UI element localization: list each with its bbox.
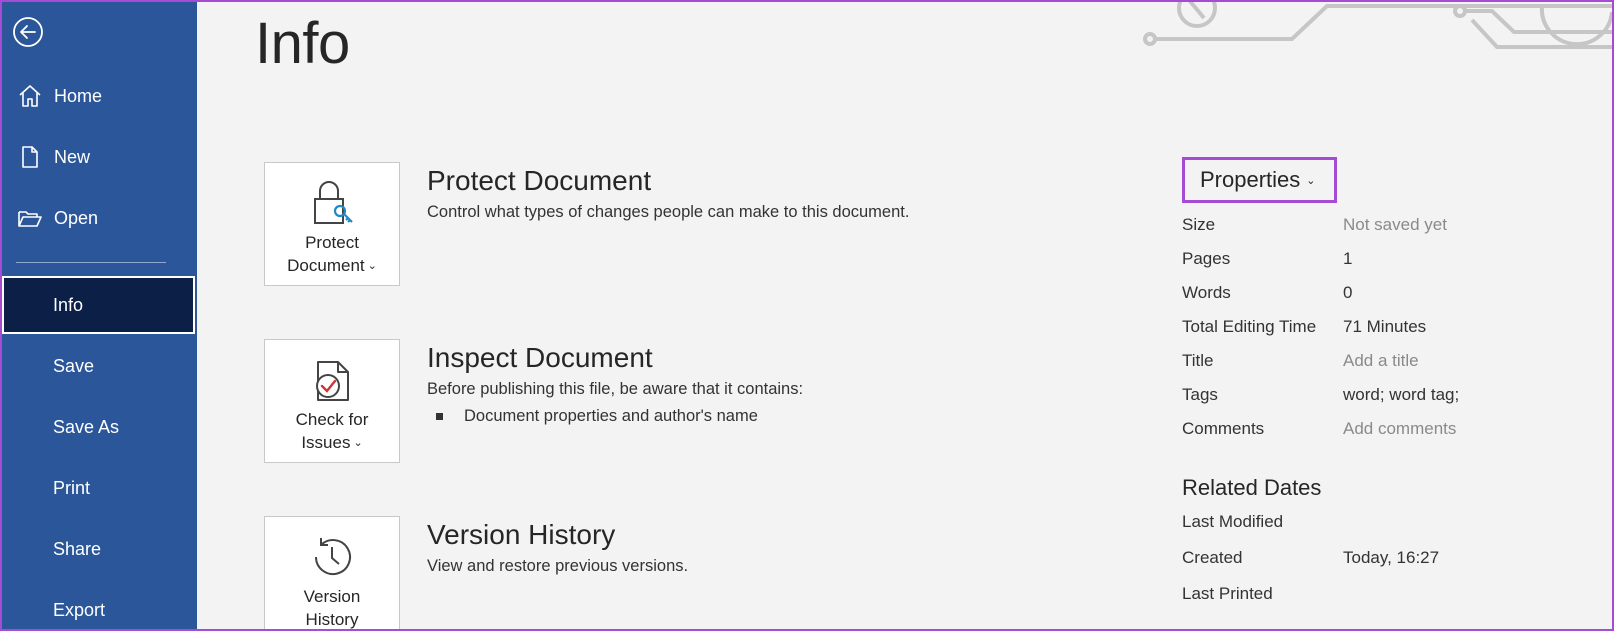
date-row-last-modified: Last Modified [1182,512,1602,532]
back-arrow-icon[interactable] [12,16,44,48]
property-value: 71 Minutes [1343,317,1427,336]
backstage-sidebar: Home New Open Info Save Save As Print Sh… [2,2,197,629]
property-value: Not saved yet [1343,215,1447,234]
property-value: 0 [1343,283,1353,302]
sidebar-item-label: New [54,146,91,167]
bullet-icon [436,413,443,420]
properties-header-label: Properties [1200,167,1301,192]
list-item: Document properties and author's name [427,407,803,426]
inspect-document-icon [308,356,356,404]
chevron-down-icon: ⌄ [1306,174,1316,187]
sidebar-item-label: Save [53,355,95,376]
sidebar-item-open[interactable]: Open [2,193,197,243]
section-heading: Protect Document [427,165,652,196]
sidebar-item-save-as[interactable]: Save As [2,402,197,452]
properties-dropdown-button[interactable]: Properties ⌄ [1182,157,1337,203]
section-heading: Version History [427,519,616,550]
version-history-label-line1: Version [303,587,361,606]
app-window: Home New Open Info Save Save As Print Sh… [0,0,1614,631]
inspect-document-section: Inspect Document Before publishing this … [427,342,803,426]
home-icon [16,82,44,110]
property-row-words: Words 0 [1182,283,1602,303]
property-row-size: Size Not saved yet [1182,215,1602,235]
sidebar-item-label: Info [53,294,84,315]
tags-input[interactable]: word; word tag; [1343,385,1459,405]
property-key: Title [1182,351,1214,370]
section-description: Control what types of changes people can… [427,203,910,221]
protect-document-label-line1: Protect [305,233,359,252]
protect-document-button[interactable]: Protect Document ⌄ [264,162,400,286]
sidebar-item-export[interactable]: Export [2,585,197,629]
info-pane: Info Protect Document ⌄ Protect Document… [197,2,1612,629]
chevron-down-icon: ⌄ [367,260,377,273]
check-for-issues-button[interactable]: Check for Issues ⌄ [264,339,400,463]
sidebar-item-save[interactable]: Save [2,341,197,391]
sidebar-divider [16,262,166,263]
sidebar-item-label: Share [53,538,102,559]
date-key: Last Printed [1182,584,1273,603]
sidebar-item-label: Print [53,477,91,498]
property-row-title: Title Add a title [1182,351,1602,371]
check-for-issues-label-line1: Check for [295,410,369,429]
sidebar-item-label: Open [54,207,99,228]
sidebar-item-label: Save As [53,416,120,437]
section-description: Before publishing this file, be aware th… [427,380,804,398]
property-value: 1 [1343,249,1353,268]
sidebar-item-label: Export [53,599,106,620]
version-history-button[interactable]: Version History [264,516,400,629]
sidebar-item-label: Home [54,85,103,106]
title-input[interactable]: Add a title [1343,351,1419,371]
date-row-last-printed: Last Printed [1182,584,1602,604]
sidebar-item-share[interactable]: Share [2,524,197,574]
circuit-decoration-icon [1143,2,1612,49]
property-row-total-editing-time: Total Editing Time 71 Minutes [1182,317,1602,337]
property-key: Total Editing Time [1182,317,1317,336]
version-history-section: Version History View and restore previou… [427,519,688,576]
page-title: Info [255,11,350,76]
sidebar-item-info[interactable]: Info [2,276,195,334]
date-row-created: Created Today, 16:27 [1182,548,1602,568]
section-heading: Inspect Document [427,342,653,373]
section-description: View and restore previous versions. [427,557,689,575]
comments-input[interactable]: Add comments [1343,419,1456,439]
check-for-issues-label-line2: Issues [301,433,351,452]
property-key: Words [1182,283,1231,302]
sidebar-item-new[interactable]: New [2,132,197,182]
related-dates-heading: Related Dates [1182,475,1322,500]
history-clock-icon [308,533,356,581]
property-key: Tags [1182,385,1218,404]
bullet-text: Document properties and author's name [464,407,758,425]
property-key: Size [1182,215,1216,234]
date-key: Last Modified [1182,512,1284,531]
protect-document-section: Protect Document Control what types of c… [427,165,909,222]
sidebar-item-print[interactable]: Print [2,463,197,513]
lock-key-icon [308,179,356,227]
property-key: Comments [1182,419,1265,438]
version-history-label-line2: History [305,610,359,629]
sidebar-item-home[interactable]: Home [2,71,197,121]
folder-open-icon [16,204,44,232]
protect-document-label-line2: Document [287,256,365,275]
property-row-comments: Comments Add comments [1182,419,1602,439]
property-key: Pages [1182,249,1231,268]
property-row-pages: Pages 1 [1182,249,1602,269]
new-document-icon [16,143,44,171]
property-row-tags: Tags word; word tag; [1182,385,1602,405]
date-value: Today, 16:27 [1343,548,1440,567]
chevron-down-icon: ⌄ [353,437,363,450]
date-key: Created [1182,548,1243,567]
